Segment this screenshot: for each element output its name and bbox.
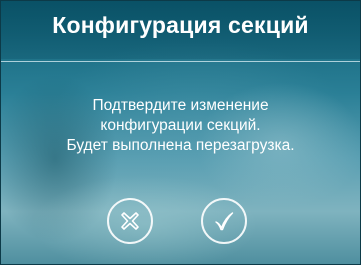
checkmark-icon — [215, 212, 234, 231]
cancel-button[interactable] — [107, 198, 153, 244]
dialog-header: Конфигурация секций — [1, 1, 360, 59]
dialog-message: Подтвердите изменение конфигурации секци… — [1, 96, 360, 156]
confirm-button[interactable] — [201, 198, 247, 244]
message-line: Подтвердите изменение — [92, 97, 269, 114]
message-line: конфигурации секций. — [100, 117, 261, 134]
header-divider — [1, 61, 360, 62]
message-line: Будет выполнена перезагрузка. — [66, 137, 295, 154]
close-icon — [121, 212, 139, 230]
dialog-title: Конфигурация секций — [52, 11, 309, 38]
confirmation-dialog: Конфигурация секций Подтвердите изменени… — [0, 0, 361, 265]
